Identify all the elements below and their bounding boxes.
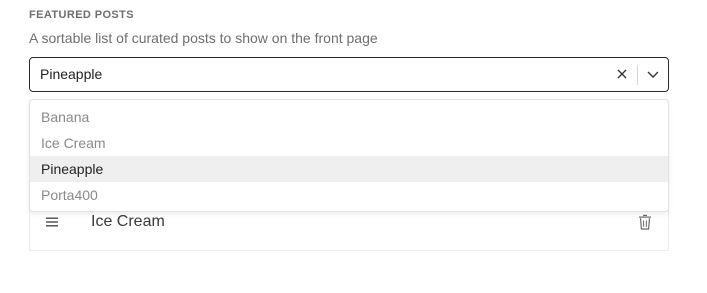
trash-icon[interactable] <box>638 214 652 230</box>
list-item-label: Ice Cream <box>91 213 165 230</box>
select-menu: Banana Ice Cream Pineapple Porta400 <box>29 99 669 212</box>
option-ice-cream[interactable]: Ice Cream <box>30 130 668 156</box>
close-icon[interactable] <box>614 66 630 82</box>
field-title: FEATURED POSTS <box>29 9 135 21</box>
option-banana[interactable]: Banana <box>30 104 668 130</box>
option-pineapple[interactable]: Pineapple <box>30 156 668 182</box>
featured-posts-field: FEATURED POSTS A sortable list of curate… <box>0 0 707 293</box>
select-divider <box>637 65 638 85</box>
select-value: Pineapple <box>40 66 103 82</box>
chevron-down-icon[interactable] <box>645 66 661 82</box>
option-porta400[interactable]: Porta400 <box>30 182 668 208</box>
drag-handle-icon[interactable] <box>45 215 59 229</box>
post-select[interactable]: Pineapple <box>29 57 669 92</box>
field-description: A sortable list of curated posts to show… <box>29 30 378 46</box>
